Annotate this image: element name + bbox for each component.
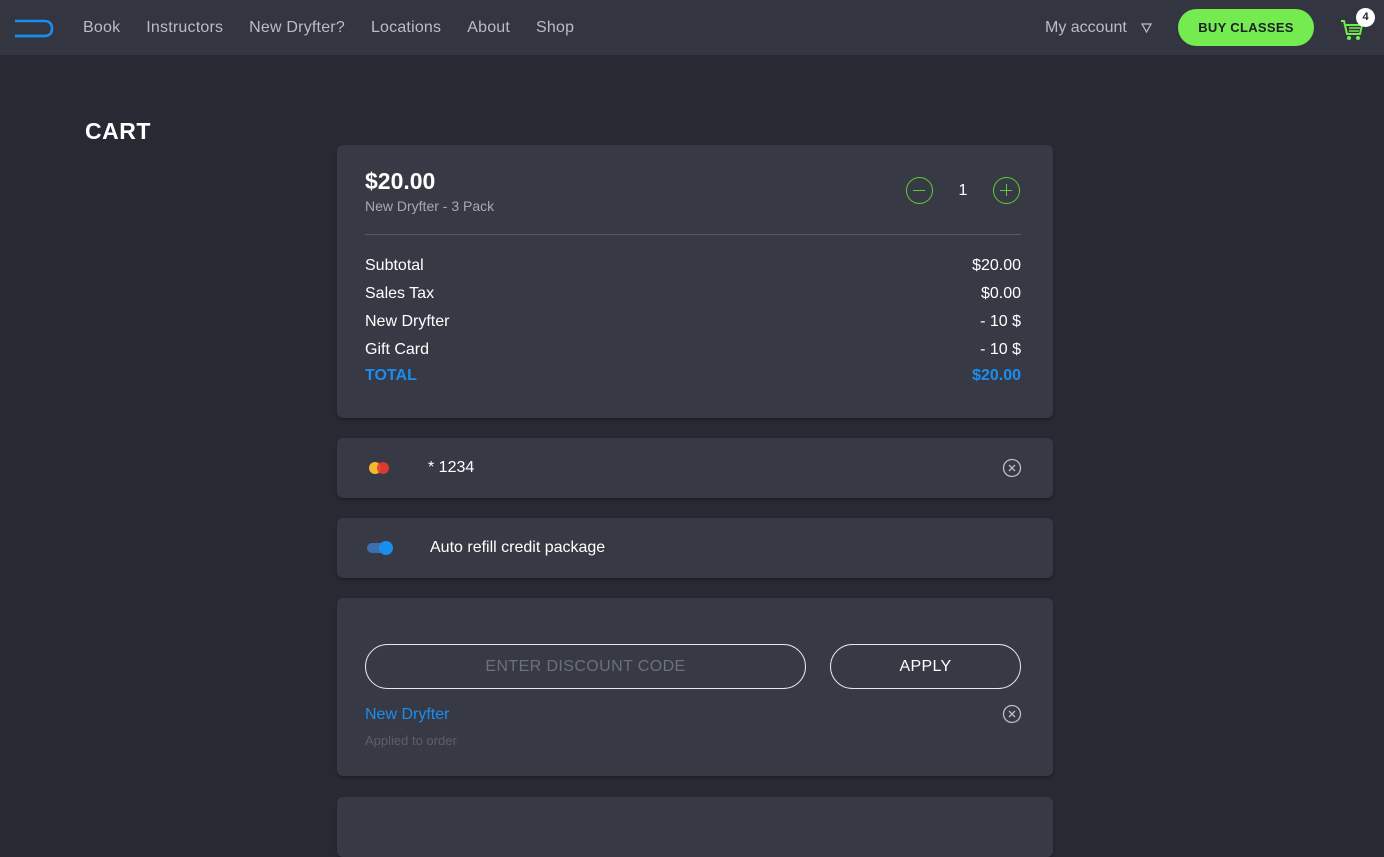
auto-refill-label: Auto refill credit package <box>430 539 606 556</box>
card-number: * 1234 <box>428 459 475 476</box>
decrease-quantity-button[interactable] <box>906 177 933 204</box>
top-navigation-bar: Book Instructors New Dryfter? Locations … <box>0 0 1384 55</box>
increase-quantity-button[interactable] <box>993 177 1020 204</box>
my-account-label: My account <box>1045 18 1127 36</box>
subtotal-label: Subtotal <box>365 257 424 274</box>
mastercard-icon <box>369 462 389 474</box>
applied-discount-note: Applied to order <box>365 733 457 748</box>
my-account-menu[interactable]: My account <box>1045 0 1152 55</box>
cart-count-badge: 4 <box>1356 8 1375 27</box>
nav-link-about[interactable]: About <box>467 19 510 37</box>
subtotal-row: Subtotal $20.00 <box>365 257 1021 275</box>
divider <box>365 234 1021 235</box>
quantity-value: 1 <box>958 182 968 199</box>
remove-discount-icon[interactable] <box>1002 704 1022 724</box>
sales-tax-row: Sales Tax $0.00 <box>365 285 1021 303</box>
auto-refill-toggle[interactable] <box>367 541 394 555</box>
total-label: TOTAL <box>365 367 417 384</box>
discount-label: New Dryfter <box>365 313 450 330</box>
remove-card-icon[interactable] <box>1002 458 1022 478</box>
discount-card: APPLY New Dryfter Applied to order <box>337 598 1053 776</box>
nav-link-new-dryfter[interactable]: New Dryfter? <box>249 19 345 37</box>
auto-refill-card: Auto refill credit package <box>337 518 1053 578</box>
gift-card-value: - 10 $ <box>980 341 1021 358</box>
discount-code-input[interactable] <box>365 644 806 689</box>
applied-discount-name: New Dryfter <box>365 706 450 723</box>
next-card <box>337 797 1053 857</box>
gift-card-row: Gift Card - 10 $ <box>365 341 1021 359</box>
page-title: CART <box>85 118 151 144</box>
item-name: New Dryfter - 3 Pack <box>365 198 495 214</box>
total-value: $20.00 <box>972 367 1021 384</box>
sales-tax-value: $0.00 <box>980 285 1021 302</box>
apply-discount-button[interactable]: APPLY <box>830 644 1021 689</box>
main-nav: Book Instructors New Dryfter? Locations … <box>83 0 600 55</box>
total-row: TOTAL $20.00 <box>365 367 1021 385</box>
item-price: $20.00 <box>365 168 436 194</box>
payment-method-card[interactable]: * 1234 <box>337 438 1053 498</box>
discount-row: New Dryfter - 10 $ <box>365 313 1021 331</box>
triangle-down-icon <box>1140 22 1152 33</box>
nav-link-book[interactable]: Book <box>83 19 120 37</box>
nav-link-instructors[interactable]: Instructors <box>146 19 223 37</box>
subtotal-value: $20.00 <box>972 257 1021 274</box>
brand-logo-icon[interactable] <box>14 19 54 38</box>
buy-classes-button[interactable]: BUY CLASSES <box>1178 9 1314 46</box>
nav-link-locations[interactable]: Locations <box>371 19 441 37</box>
nav-link-shop[interactable]: Shop <box>536 19 574 37</box>
cart-item-card: $20.00 New Dryfter - 3 Pack 1 Subtotal $… <box>337 145 1053 418</box>
sales-tax-label: Sales Tax <box>365 285 435 302</box>
gift-card-label: Gift Card <box>365 341 430 358</box>
discount-value: - 10 $ <box>980 313 1021 330</box>
